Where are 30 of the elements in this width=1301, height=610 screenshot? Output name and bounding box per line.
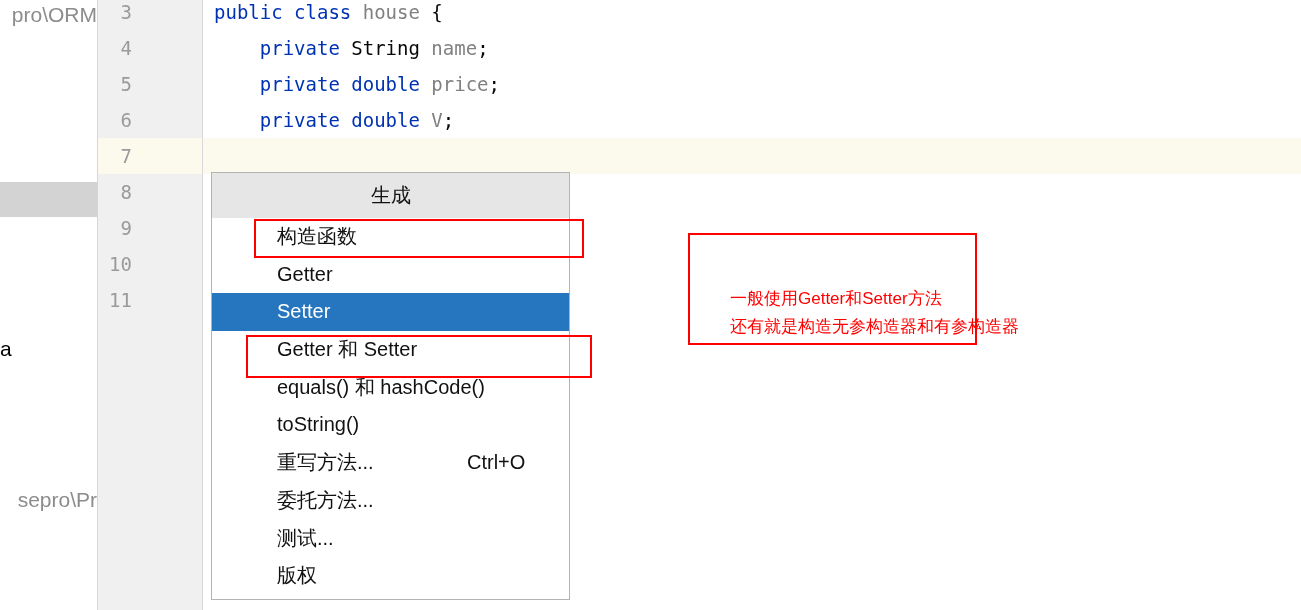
line-number: 9 bbox=[120, 216, 132, 241]
menu-item[interactable]: Getter 和 Setter bbox=[212, 331, 569, 369]
line-number: 4 bbox=[120, 36, 132, 61]
menu-item[interactable]: 委托方法... bbox=[212, 481, 569, 520]
line-number: 3 bbox=[120, 0, 132, 25]
path-text: sepro\Pr bbox=[16, 487, 97, 513]
menu-item[interactable]: 重写方法... Ctrl+O bbox=[212, 444, 569, 482]
code-line: private double price; bbox=[258, 73, 500, 95]
line-number: 11 bbox=[109, 288, 132, 313]
menu-item[interactable]: 版权 bbox=[212, 557, 569, 595]
code-line: public class house { bbox=[214, 1, 443, 23]
menu-item-label: 重写方法... bbox=[277, 450, 375, 476]
menu-item[interactable]: Getter bbox=[212, 255, 569, 294]
menu-item[interactable]: 构造函数 bbox=[212, 218, 569, 256]
menu-item[interactable]: equals() 和 hashCode() bbox=[212, 368, 569, 407]
line-number: 6 bbox=[120, 108, 132, 133]
path-text: pro\ORM bbox=[10, 2, 97, 28]
menu-title: 生成 bbox=[212, 173, 569, 218]
code-line: private String name; bbox=[258, 37, 489, 59]
line-number: 5 bbox=[120, 72, 132, 97]
shortcut-text: Ctrl+O bbox=[467, 450, 526, 476]
menu-item[interactable]: 测试... bbox=[212, 519, 569, 558]
annotation-text: 一般使用Getter和Setter方法 bbox=[730, 288, 943, 310]
line-number: 7 bbox=[120, 144, 132, 169]
code-line: private double V; bbox=[258, 109, 455, 131]
menu-item[interactable]: toString() bbox=[212, 406, 569, 445]
file-name: a bbox=[0, 336, 13, 362]
line-number: 10 bbox=[109, 252, 132, 277]
menu-item[interactable]: Setter bbox=[212, 293, 569, 332]
line-number: 8 bbox=[120, 180, 132, 205]
